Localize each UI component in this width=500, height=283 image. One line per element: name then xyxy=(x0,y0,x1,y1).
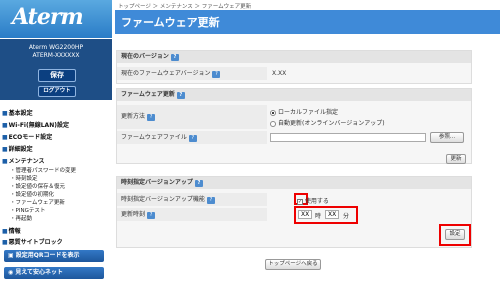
help-icon[interactable]: ? xyxy=(170,54,179,61)
help-icon[interactable]: ? xyxy=(147,212,156,219)
firmware-file-input[interactable] xyxy=(270,133,426,142)
firmware-update-header: ファームウェア更新? xyxy=(117,89,471,101)
current-version-value: X.XX xyxy=(272,70,287,77)
update-method-label: 更新方法? xyxy=(117,105,267,129)
model-name: Aterm WG2200HP xyxy=(28,44,84,51)
title-bar: ファームウェア更新 xyxy=(115,10,500,34)
scheduled-feature-label: 時刻指定バージョンアップ機能? xyxy=(117,193,267,206)
current-version-header: 現在のバージョン? xyxy=(117,51,471,63)
current-version-label: 現在のファームウェアバージョン? xyxy=(117,67,267,80)
update-time-label: 更新時刻? xyxy=(117,208,267,221)
nav-sub-firmware[interactable]: ・ファームウェア更新 xyxy=(10,198,65,206)
qr-code-button[interactable]: ▣ 設定用QRコードを表示 xyxy=(4,250,104,262)
breadcrumb[interactable]: トップページ ＞ メンテナンス ＞ ファームウェア更新 xyxy=(118,2,251,10)
nav-sub-password[interactable]: ・管理者パスワードの変更 xyxy=(10,166,76,174)
page-title: ファームウェア更新 xyxy=(121,16,220,29)
local-file-radio[interactable]: ローカルファイル指定 xyxy=(270,107,338,116)
hour-input[interactable] xyxy=(298,210,312,219)
update-button[interactable]: 更新 xyxy=(446,154,466,164)
nav-basic-settings[interactable]: ■基本設定 xyxy=(2,108,33,117)
nav-sub-time[interactable]: ・時刻設定 xyxy=(10,174,38,182)
minute-unit: 分 xyxy=(343,213,350,220)
browse-button[interactable]: 参照... xyxy=(430,132,464,143)
device-info-panel: Aterm WG2200HP ATERM-XXXXXX 保存 ログアウト xyxy=(0,38,112,100)
sidebar: Aterm Aterm WG2200HP ATERM-XXXXXX 保存 ログア… xyxy=(0,0,112,283)
nav-wifi-settings[interactable]: ■Wi-Fi(無線LAN)設定 xyxy=(2,120,69,129)
help-icon[interactable]: ? xyxy=(212,71,221,78)
device-id: ATERM-XXXXXX xyxy=(32,52,80,59)
nav-maintenance[interactable]: ■メンテナンス xyxy=(2,156,45,165)
firmware-file-label: ファームウェアファイル? xyxy=(117,131,267,144)
mieteanshin-net-button[interactable]: ◉ 見えて安心ネット xyxy=(4,267,104,279)
radio-selected-icon[interactable] xyxy=(270,109,276,116)
logout-button[interactable]: ログアウト xyxy=(38,86,76,97)
help-icon[interactable]: ? xyxy=(188,135,197,142)
nav-advanced-settings[interactable]: ■詳細設定 xyxy=(2,144,33,153)
use-scheduled-checkbox[interactable]: ✓ 使用する xyxy=(297,196,329,205)
scheduled-update-header: 時刻指定バージョンアップ? xyxy=(117,177,471,189)
set-button[interactable]: 設定 xyxy=(445,229,465,240)
nav-malicious-site-block[interactable]: ■悪質サイトブロック xyxy=(2,237,63,246)
checkbox-checked-icon[interactable]: ✓ xyxy=(297,199,303,205)
nav-sub-backup[interactable]: ・設定値の保存＆復元 xyxy=(10,182,65,190)
hour-unit: 時 xyxy=(315,213,322,220)
help-icon[interactable]: ? xyxy=(147,114,156,121)
save-button[interactable]: 保存 xyxy=(38,69,76,82)
help-icon[interactable]: ? xyxy=(194,180,203,187)
logo: Aterm xyxy=(0,0,112,38)
help-icon[interactable]: ? xyxy=(176,92,185,99)
back-to-top-button[interactable]: トップページへ戻る xyxy=(265,259,321,270)
help-icon[interactable]: ? xyxy=(206,197,215,204)
radio-unselected-icon[interactable] xyxy=(270,120,276,127)
nav-sub-reset[interactable]: ・設定値の初期化 xyxy=(10,190,54,198)
nav-info[interactable]: ■情報 xyxy=(2,226,21,235)
minute-input[interactable] xyxy=(325,210,339,219)
nav-sub-reboot[interactable]: ・再起動 xyxy=(10,214,32,222)
auto-update-radio[interactable]: 自動更新(オンラインバージョンアップ) xyxy=(270,118,385,127)
nav-sub-ping[interactable]: ・PINGテスト xyxy=(10,206,45,214)
nav-eco-mode[interactable]: ■ECOモード設定 xyxy=(2,132,52,141)
